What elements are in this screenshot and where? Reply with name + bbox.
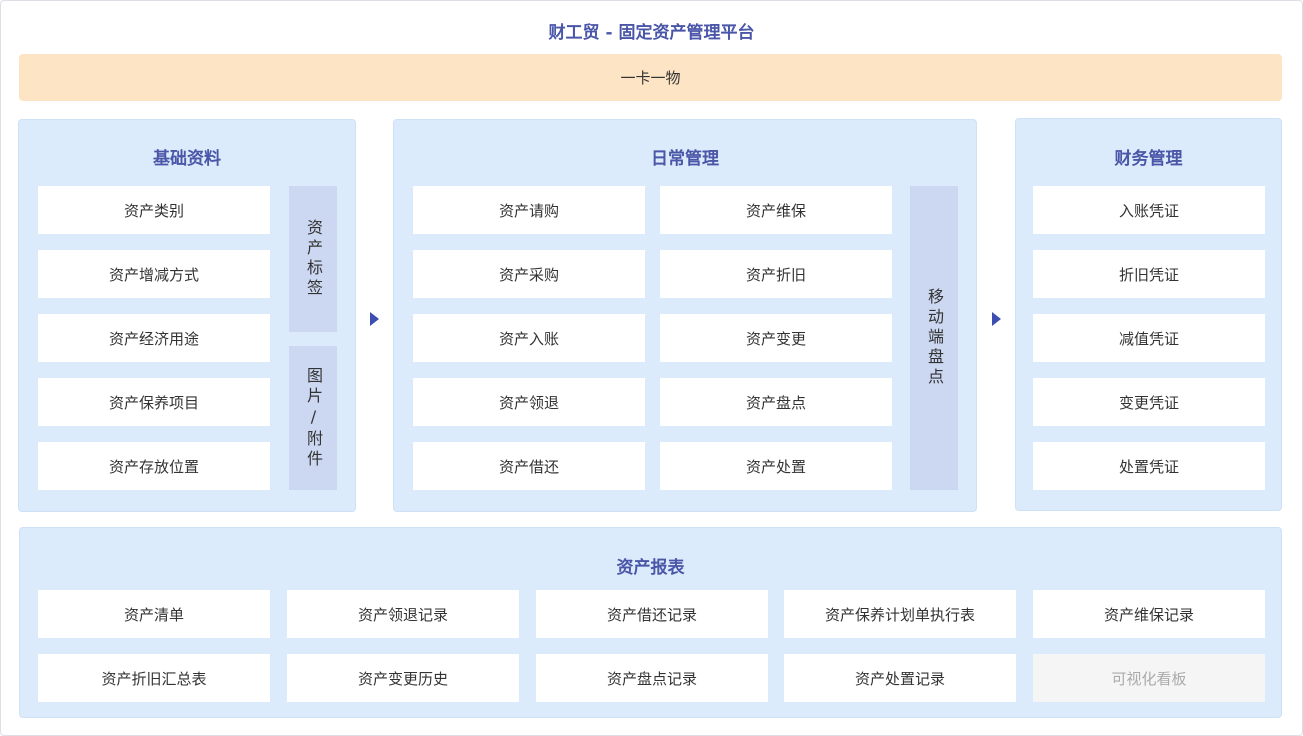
finance-item-disposal-voucher: 处置凭证 (1033, 442, 1265, 490)
mobile-inventory-label: 移动端盘点 (925, 288, 944, 388)
finance-management-title: 财务管理 (1114, 149, 1183, 169)
finance-item-impairment-voucher: 减值凭证 (1033, 314, 1265, 362)
finance-item-booking-voucher: 入账凭证 (1033, 186, 1265, 234)
daily-item-receive-return: 资产领退 (413, 378, 645, 426)
finance-item-depreciation-voucher: 折旧凭证 (1033, 250, 1265, 298)
basic-item-maintenance-item: 资产保养项目 (38, 378, 270, 426)
arrow-right-icon (992, 312, 1001, 326)
mobile-inventory-box: 移动端盘点 (910, 186, 958, 490)
daily-management-title: 日常管理 (651, 149, 719, 169)
image-attachment-label: 图片/附件 (304, 366, 323, 470)
daily-item-requisition: 资产请购 (413, 186, 645, 234)
report-asset-list: 资产清单 (38, 590, 270, 638)
arrow-right-icon (370, 312, 379, 326)
daily-item-depreciation: 资产折旧 (660, 250, 892, 298)
report-inventory-record: 资产盘点记录 (536, 654, 768, 702)
finance-item-change-voucher: 变更凭证 (1033, 378, 1265, 426)
image-attachment-box: 图片/附件 (289, 346, 337, 490)
daily-item-disposal: 资产处置 (660, 442, 892, 490)
asset-tag-label: 资产标签 (304, 219, 323, 299)
report-visual-dashboard: 可视化看板 (1033, 654, 1265, 702)
daily-item-change: 资产变更 (660, 314, 892, 362)
finance-management-panel: 财务管理 入账凭证 折旧凭证 减值凭证 变更凭证 处置凭证 (1015, 118, 1282, 511)
basic-item-change-method: 资产增减方式 (38, 250, 270, 298)
report-change-history: 资产变更历史 (287, 654, 519, 702)
report-maintenance-record: 资产维保记录 (1033, 590, 1265, 638)
basic-item-economic-use: 资产经济用途 (38, 314, 270, 362)
basic-data-panel: 基础资料 资产类别 资产增减方式 资产经济用途 资产保养项目 资产存放位置 资产… (18, 119, 356, 512)
report-maintenance-plan: 资产保养计划单执行表 (784, 590, 1016, 638)
report-disposal-record: 资产处置记录 (784, 654, 1016, 702)
report-depreciation-summary: 资产折旧汇总表 (38, 654, 270, 702)
asset-reports-panel: 资产报表 资产清单 资产领退记录 资产借还记录 资产保养计划单执行表 资产维保记… (19, 527, 1282, 718)
report-borrow-return-record: 资产借还记录 (536, 590, 768, 638)
page-title: 财工贸 - 固定资产管理平台 (548, 23, 755, 43)
daily-item-booking: 资产入账 (413, 314, 645, 362)
report-receive-return-record: 资产领退记录 (287, 590, 519, 638)
basic-data-title: 基础资料 (153, 149, 221, 169)
basic-item-asset-category: 资产类别 (38, 186, 270, 234)
basic-item-storage-location: 资产存放位置 (38, 442, 270, 490)
asset-reports-title: 资产报表 (616, 558, 685, 578)
daily-item-borrow-return: 资产借还 (413, 442, 645, 490)
daily-item-maintenance: 资产维保 (660, 186, 892, 234)
one-card-one-item-banner: 一卡一物 (19, 54, 1282, 101)
asset-tag-box: 资产标签 (289, 186, 337, 332)
daily-management-panel: 日常管理 资产请购 资产采购 资产入账 资产领退 资产借还 资产维保 资产折旧 … (393, 119, 977, 512)
daily-item-inventory: 资产盘点 (660, 378, 892, 426)
daily-item-purchase: 资产采购 (413, 250, 645, 298)
